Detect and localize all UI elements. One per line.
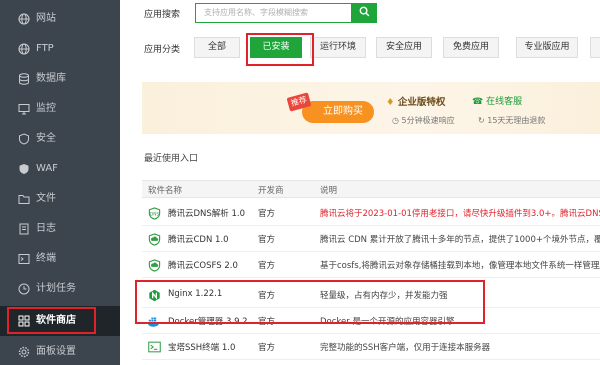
sidebar-item-files[interactable]: 文件 — [0, 184, 120, 214]
svg-text:DNS: DNS — [150, 211, 159, 216]
column-header-description: 说明 — [320, 186, 338, 196]
table-row[interactable]: 宝塔SSH终端 1.0 官方 完整功能的SSH客户端，仅用于连接本服务器 — [142, 334, 600, 360]
category-installed[interactable]: 已安装 — [250, 37, 302, 58]
cloud-icon — [147, 232, 161, 246]
sidebar-item-waf[interactable]: WAF — [0, 154, 120, 184]
clock-icon: ◷ — [392, 116, 399, 125]
sidebar-item-label: 终端 — [36, 253, 56, 264]
sidebar-item-label: 监控 — [36, 103, 56, 114]
terminal-icon — [18, 253, 30, 265]
headset-icon: ☎ — [472, 97, 484, 107]
sidebar-item-label: 数据库 — [36, 73, 66, 84]
sidebar-item-label: 软件商店 — [36, 315, 76, 326]
sidebar-item-cron[interactable]: 计划任务 — [0, 274, 120, 304]
sidebar-item-monitor[interactable]: 监控 — [0, 94, 120, 124]
sidebar-item-security[interactable]: 安全 — [0, 124, 120, 154]
app-developer: 官方 — [258, 291, 276, 301]
column-header-name: 软件名称 — [148, 186, 183, 196]
category-pro[interactable]: 专业版应用 — [516, 37, 578, 58]
category-more[interactable] — [590, 37, 600, 58]
cloud-icon — [147, 258, 161, 272]
sidebar-item-website[interactable]: 网站 — [0, 4, 120, 34]
sidebar-item-app-store[interactable]: 软件商店 — [0, 306, 120, 336]
app-grid-icon — [18, 315, 30, 327]
sidebar-item-label: 面板设置 — [36, 346, 76, 357]
sidebar-item-label: WAF — [36, 163, 58, 174]
docker-icon — [147, 314, 161, 328]
buy-now-button[interactable]: 立即购买 — [302, 101, 374, 123]
sidebar-item-logs[interactable]: 日志 — [0, 214, 120, 244]
database-icon — [18, 73, 30, 85]
table-row[interactable]: DNS 腾讯云DNS解析 1.0 官方 腾讯云将于2023-01-01停用老接口… — [142, 200, 600, 226]
response-feature: ◷ 5分钟极速响应 — [392, 116, 455, 125]
column-header-developer: 开发商 — [258, 186, 284, 196]
log-icon — [18, 223, 30, 235]
app-developer: 官方 — [258, 343, 276, 353]
category-security[interactable]: 安全应用 — [376, 37, 432, 58]
app-name: 腾讯云CDN 1.0 — [168, 235, 229, 245]
app-developer: 官方 — [258, 317, 276, 327]
app-name: Docker管理器 3.9.2 — [168, 317, 248, 327]
app-developer: 官方 — [258, 235, 276, 245]
promo-banner: 立即购买 推荐 ♦ 企业版特权 ☎ 在线客服 ◷ 5分钟极速响应 ↻ 15天无理… — [142, 82, 600, 134]
table-row[interactable]: 腾讯云CDN 1.0 官方 腾讯云 CDN 累计开放了腾讯十多年的节点，提供了1… — [142, 226, 600, 252]
category-runtime[interactable]: 运行环境 — [310, 37, 366, 58]
monitor-icon — [18, 103, 30, 115]
search-row: 应用搜索 支持应用名称、字段模糊搜索 — [120, 0, 600, 32]
app-developer: 官方 — [258, 209, 276, 219]
category-all[interactable]: 全部 — [194, 37, 240, 58]
app-description: 腾讯云将于2023-01-01停用老接口，请尽快升级插件到3.0+。腾讯云DNS… — [320, 209, 600, 219]
search-label: 应用搜索 — [144, 10, 181, 20]
clock-icon — [18, 283, 30, 295]
sidebar-item-label: 日志 — [36, 223, 56, 234]
app-description: 完整功能的SSH客户端，仅用于连接本服务器 — [320, 343, 491, 353]
app-description: 基于cosfs,将腾讯云对象存储桶挂载到本地，像管理本地文件系统一样管理腾讯云 — [320, 261, 600, 271]
sidebar-item-terminal[interactable]: 终端 — [0, 244, 120, 274]
shield-icon — [18, 133, 30, 145]
nginx-icon — [147, 288, 161, 302]
refresh-icon: ↻ — [478, 116, 485, 125]
refund-feature: ↻ 15天无理由退款 — [478, 116, 546, 125]
table-row[interactable]: 腾讯云COSFS 2.0 官方 基于cosfs,将腾讯云对象存储桶挂载到本地，像… — [142, 252, 600, 278]
globe-icon — [18, 43, 30, 55]
sidebar-item-database[interactable]: 数据库 — [0, 64, 120, 94]
app-description: 轻量级，占有内存少，并发能力强 — [320, 291, 448, 301]
sidebar-item-label: 网站 — [36, 13, 56, 24]
app-description: Docker 是一个开源的应用容器引擎 — [320, 317, 455, 327]
waf-shield-icon — [18, 163, 30, 175]
enterprise-privileges: ♦ 企业版特权 — [386, 97, 446, 108]
table-row[interactable]: Nginx 1.22.1 官方 轻量级，占有内存少，并发能力强 — [142, 282, 600, 308]
sidebar-item-label: 安全 — [36, 133, 56, 144]
dns-icon: DNS — [147, 206, 161, 220]
sidebar: 网站 FTP 数据库 监控 安全 WAF 文件 日志 终端 计划任务 软件商店 — [0, 0, 120, 365]
sidebar-item-label: 文件 — [36, 193, 56, 204]
sidebar-item-label: 计划任务 — [36, 283, 76, 294]
app-name: Nginx 1.22.1 — [168, 289, 223, 299]
sidebar-item-panel-settings[interactable]: 面板设置 — [0, 337, 120, 365]
search-icon — [359, 6, 370, 20]
app-name: 腾讯云DNS解析 1.0 — [168, 209, 246, 219]
terminal-icon — [147, 340, 161, 354]
sidebar-item-ftp[interactable]: FTP — [0, 34, 120, 64]
search-button[interactable] — [351, 3, 377, 23]
diamond-icon: ♦ — [386, 97, 395, 108]
app-description: 腾讯云 CDN 累计开放了腾讯十多年的节点，提供了1000+个境外节点，覆盖全 — [320, 235, 600, 245]
online-service-link[interactable]: ☎ 在线客服 — [472, 94, 522, 107]
globe-icon — [18, 13, 30, 25]
category-free[interactable]: 免费应用 — [443, 37, 499, 58]
search-input[interactable]: 支持应用名称、字段模糊搜索 — [195, 3, 351, 23]
app-name: 腾讯云COSFS 2.0 — [168, 261, 238, 271]
gear-icon — [18, 346, 30, 358]
main-content: 应用搜索 支持应用名称、字段模糊搜索 应用分类 全部 已安装 运行环境 安全应用… — [120, 0, 600, 365]
recent-entries-title: 最近使用入口 — [144, 154, 199, 164]
app-name: 宝塔SSH终端 1.0 — [168, 343, 236, 353]
folder-icon — [18, 193, 30, 205]
sidebar-item-label: FTP — [36, 43, 54, 54]
table-row[interactable]: Docker管理器 3.9.2 官方 Docker 是一个开源的应用容器引擎 — [142, 308, 600, 334]
app-developer: 官方 — [258, 261, 276, 271]
category-label: 应用分类 — [144, 45, 181, 55]
table-header: 软件名称 开发商 说明 — [142, 180, 600, 198]
